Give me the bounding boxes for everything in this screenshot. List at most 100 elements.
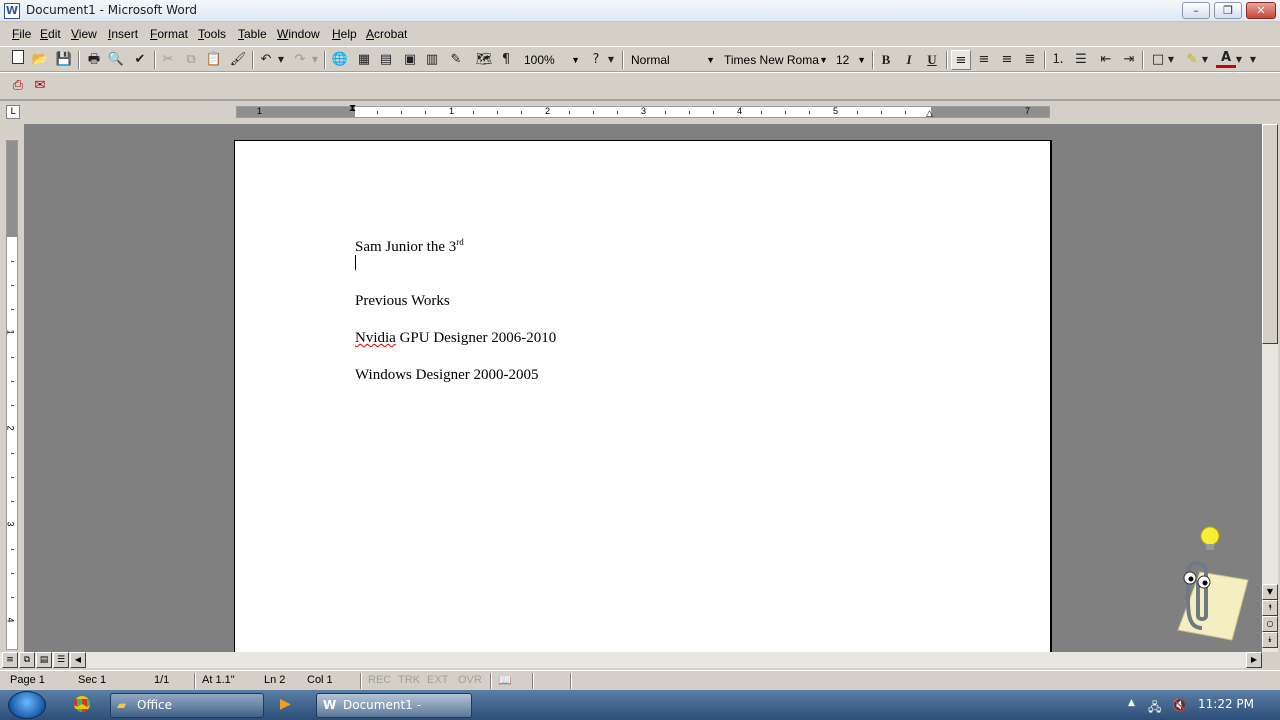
numbering-icon[interactable]: ⒈ [1048,50,1068,70]
format-painter-icon[interactable]: 🖌 [228,50,248,70]
redo-icon[interactable]: ↷ [290,50,310,70]
volume-muted-icon[interactable]: 🔇 [1172,698,1187,712]
web-layout-icon[interactable]: ⧉ [19,652,35,668]
right-indent-marker-icon[interactable]: △ [926,109,933,119]
font-color-dropdown-icon[interactable]: ▼ [1234,50,1244,70]
start-button[interactable] [8,691,46,719]
hyperlink-icon[interactable]: 🌐 [330,50,350,70]
vertical-ruler[interactable]: 1 2 3 4 [6,140,18,650]
spelling-status-icon[interactable]: 📖 [498,674,512,687]
scroll-right-icon[interactable]: ▶ [1246,652,1262,668]
taskbar-item-office[interactable]: ▰ Office [110,693,264,718]
next-page-icon[interactable]: ⯯ [1262,632,1278,648]
zoom-box[interactable]: 100% ▼ [520,50,582,70]
print-layout-icon[interactable]: ▤ [36,652,52,668]
tab-selector[interactable]: L [6,105,20,119]
misspelled-word[interactable]: Nvidia [355,330,396,346]
menu-table[interactable]: Table [238,27,267,41]
status-trk[interactable]: TRK [398,674,420,686]
chrome-icon[interactable] [74,696,90,712]
save-icon[interactable]: 💾 [54,50,74,70]
drawing-icon[interactable]: ✎ [446,50,466,70]
menu-edit[interactable]: Edit [40,27,61,41]
horizontal-scrollbar[interactable]: ≡ ⧉ ▤ ☰ ◀ ▶ [0,652,1262,668]
lightbulb-icon[interactable] [1200,526,1220,550]
menu-format[interactable]: Format [150,27,188,41]
columns-icon[interactable]: ▥ [422,50,442,70]
new-icon[interactable] [8,50,28,70]
separator [622,51,624,69]
highlight-dropdown-icon[interactable]: ▼ [1200,50,1210,70]
borders-icon[interactable]: □ [1148,50,1168,70]
highlight-icon[interactable]: ✎ [1182,50,1202,70]
status-ext[interactable]: EXT [427,674,448,686]
cut-icon[interactable]: ✂ [158,50,178,70]
pdf-email-icon[interactable]: ✉ [30,76,50,96]
menu-tools[interactable]: Tools [198,27,226,41]
style-box[interactable]: Normal ▼ [627,50,717,70]
tables-borders-icon[interactable]: ▦ [354,50,374,70]
media-player-icon[interactable]: ▶ [280,696,291,712]
previous-page-icon[interactable]: ⯭ [1262,600,1278,616]
pdf-convert-icon[interactable]: ⎙ [8,76,28,96]
network-icon[interactable]: 🖧 [1148,698,1161,719]
document-page[interactable]: Sam Junior the 3rd Previous Works Nvidia… [234,140,1052,652]
close-button[interactable]: ✕ [1246,2,1276,19]
status-ovr[interactable]: OVR [458,674,482,686]
menu-view[interactable]: View [71,27,97,41]
show-hide-icon[interactable]: ¶ [496,50,516,70]
clippy-assistant-icon[interactable] [1183,561,1211,630]
document-map-icon[interactable]: 🗺 [474,50,494,70]
help-icon[interactable]: ? [586,50,606,70]
open-icon[interactable]: 📂 [30,50,50,70]
word-app-icon[interactable]: W [4,3,20,19]
underline-icon[interactable]: U [922,50,942,70]
office-assistant[interactable] [1150,520,1250,650]
toolbar-options-icon[interactable]: ▼ [606,50,616,70]
font-size-box[interactable]: 12 ▼ [832,50,868,70]
select-browse-object-icon[interactable]: ○ [1262,616,1278,632]
borders-dropdown-icon[interactable]: ▼ [1166,50,1176,70]
paste-icon[interactable]: 📋 [204,50,224,70]
copy-icon[interactable]: ⧉ [181,50,201,70]
menu-file[interactable]: File [12,27,31,41]
insert-excel-icon[interactable]: ▣ [400,50,420,70]
minimize-button[interactable]: – [1182,2,1210,19]
vertical-scrollbar[interactable]: ▼ ⯭ ○ ⯯ [1262,124,1278,652]
justify-icon[interactable]: ≣ [1020,50,1040,70]
taskbar-item-word[interactable]: W Document1 - Micros... [316,693,472,718]
show-hidden-icons-icon[interactable]: ▲ [1128,698,1135,708]
undo-dropdown-icon[interactable]: ▼ [276,50,286,70]
align-right-icon[interactable]: ≡ [997,50,1017,70]
italic-icon[interactable]: I [899,50,919,70]
menu-window[interactable]: Window [277,27,320,41]
redo-dropdown-icon[interactable]: ▼ [310,50,320,70]
decrease-indent-icon[interactable]: ⇤ [1096,50,1116,70]
bullets-icon[interactable]: ☰ [1071,50,1091,70]
normal-view-icon[interactable]: ≡ [2,652,18,668]
scroll-left-icon[interactable]: ◀ [70,652,86,668]
menu-acrobat[interactable]: Acrobat [366,27,407,41]
toolbar-options-icon[interactable]: ▼ [1248,50,1258,70]
menu-insert[interactable]: Insert [108,27,138,41]
clock[interactable]: 11:22 PM [1198,697,1254,711]
print-preview-icon[interactable]: 🔍 [106,50,126,70]
scroll-thumb[interactable] [1262,124,1278,344]
undo-icon[interactable]: ↶ [256,50,276,70]
font-color-icon[interactable]: A [1216,50,1236,68]
spelling-icon[interactable]: ✔ [130,50,150,70]
increase-indent-icon[interactable]: ⇥ [1119,50,1139,70]
outline-view-icon[interactable]: ☰ [53,652,69,668]
font-box[interactable]: Times New Roma ▼ [720,50,830,70]
status-rec[interactable]: REC [368,674,391,686]
align-left-icon[interactable]: ≡ [951,50,971,70]
restore-button[interactable]: ❐ [1214,2,1242,19]
bold-icon[interactable]: B [876,50,896,70]
indent-marker-icon[interactable]: ⧗ [349,103,356,114]
print-icon[interactable]: 🖶 [84,50,104,70]
insert-table-icon[interactable]: ▤ [376,50,396,70]
center-icon[interactable]: ≡ [974,50,994,70]
document-area[interactable]: Sam Junior the 3rd Previous Works Nvidia… [24,124,1262,652]
scroll-down-icon[interactable]: ▼ [1262,584,1278,600]
menu-help[interactable]: Help [332,27,357,41]
